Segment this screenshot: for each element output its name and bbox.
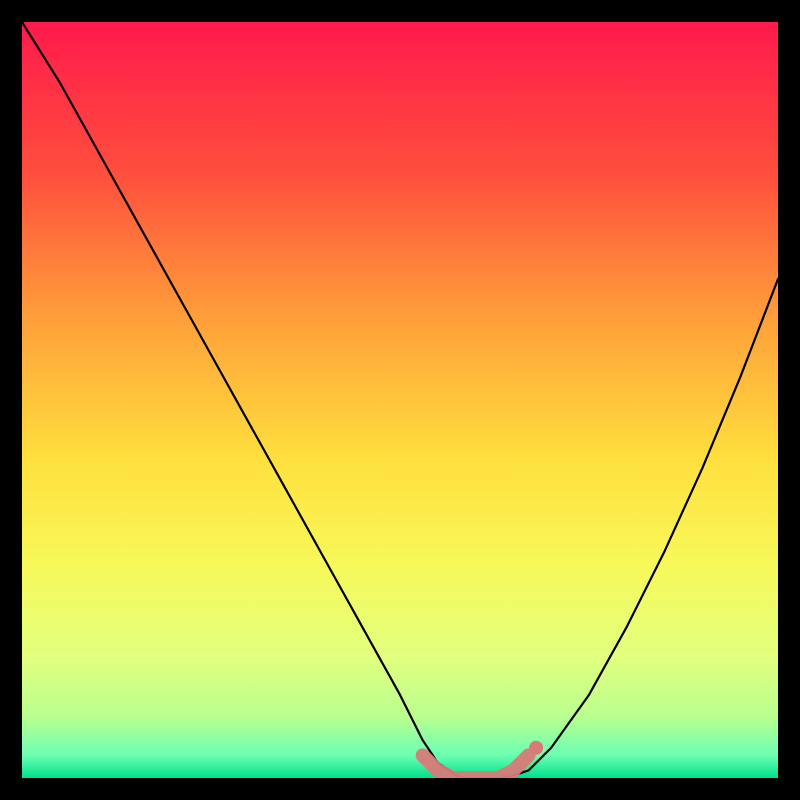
optimal-zone-end-dot bbox=[529, 741, 543, 755]
gradient-background bbox=[22, 22, 778, 778]
bottleneck-chart bbox=[22, 22, 778, 778]
chart-frame: TheBottleneck.com bbox=[22, 22, 778, 778]
